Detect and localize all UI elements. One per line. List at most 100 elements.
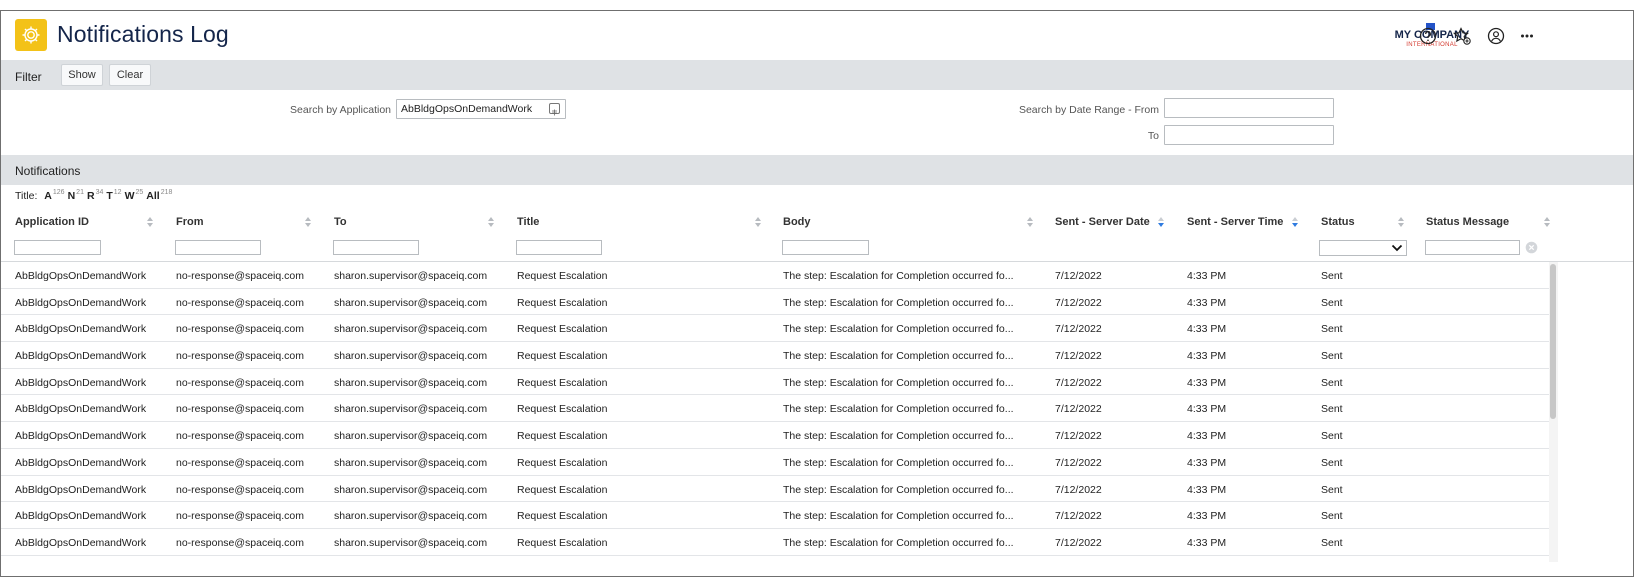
filter-bar: Filter Show Clear (1, 60, 1633, 90)
column-filter-input[interactable] (175, 240, 261, 255)
table-cell: sharon.supervisor@spaceiq.com (334, 456, 488, 469)
table-cell: AbBldgOpsOnDemandWork (15, 510, 147, 523)
table-cell: Sent (1321, 536, 1343, 549)
user-account-icon[interactable] (1485, 25, 1507, 47)
table-cell: no-response@spaceiq.com (176, 323, 304, 336)
title-filter-w[interactable]: W25 (124, 189, 144, 202)
sort-icon[interactable] (754, 215, 762, 229)
column-header-8[interactable]: Status Message (1426, 216, 1509, 228)
scrollbar-thumb[interactable] (1550, 264, 1556, 419)
title-filter-letter: A (44, 189, 52, 202)
table-cell: Sent (1321, 430, 1343, 443)
column-filter-input[interactable] (333, 240, 419, 255)
date-to-input[interactable] (1164, 125, 1334, 145)
table-cell: Sent (1321, 270, 1343, 282)
title-filter-count: 25 (135, 189, 144, 196)
column-header-7[interactable]: Status (1321, 216, 1355, 228)
table-cell: The step: Escalation for Completion occu… (783, 483, 1014, 496)
table-cell: 7/12/2022 (1055, 403, 1102, 416)
notifications-table-body: AbBldgOpsOnDemandWork no-response@spaceiq… (1, 262, 1549, 556)
sort-icon[interactable] (304, 215, 312, 229)
title-filter-t[interactable]: T12 (106, 189, 121, 202)
table-cell: no-response@spaceiq.com (176, 536, 304, 549)
table-cell: Request Escalation (517, 430, 608, 443)
title-filter-n[interactable]: N21 (68, 189, 84, 202)
column-header-3[interactable]: Title (517, 216, 539, 228)
table-row[interactable]: AbBldgOpsOnDemandWork no-response@spaceiq… (1, 476, 1549, 503)
table-cell: sharon.supervisor@spaceiq.com (334, 270, 488, 282)
column-filter-input[interactable] (782, 240, 869, 255)
date-from-input[interactable] (1164, 98, 1334, 118)
table-cell: The step: Escalation for Completion occu… (783, 403, 1014, 416)
table-cell: Sent (1321, 350, 1343, 363)
table-row[interactable]: AbBldgOpsOnDemandWork no-response@spaceiq… (1, 315, 1549, 343)
table-cell: Sent (1321, 376, 1343, 389)
table-cell: sharon.supervisor@spaceiq.com (334, 296, 488, 309)
column-header-6[interactable]: Sent - Server Time (1187, 216, 1283, 228)
notifications-log-window: Notifications Log MY COMPANY INTERNATION… (0, 10, 1634, 577)
clear-button[interactable]: Clear (109, 64, 151, 86)
title-filter-letter: W (124, 189, 135, 202)
title-filter-label: Title: (15, 189, 38, 202)
status-filter-select[interactable] (1319, 240, 1407, 256)
table-cell: 4:33 PM (1187, 323, 1227, 336)
table-cell: 4:33 PM (1187, 376, 1227, 389)
column-header-1[interactable]: From (176, 216, 204, 228)
table-cell: sharon.supervisor@spaceiq.com (334, 430, 488, 443)
title-filter-letter: T (106, 189, 113, 202)
sort-icon[interactable] (1157, 215, 1165, 229)
table-cell: AbBldgOpsOnDemandWork (15, 403, 147, 416)
table-row[interactable]: AbBldgOpsOnDemandWork no-response@spaceiq… (1, 502, 1549, 529)
table-cell: no-response@spaceiq.com (176, 270, 304, 282)
column-header-0[interactable]: Application ID (15, 216, 89, 228)
table-cell: Sent (1321, 510, 1343, 523)
table-row[interactable]: AbBldgOpsOnDemandWork no-response@spaceiq… (1, 449, 1549, 476)
title-filter-a[interactable]: A126 (44, 189, 64, 202)
help-icon[interactable] (1417, 25, 1439, 47)
clear-filter-icon[interactable] (1525, 241, 1538, 254)
column-header-4[interactable]: Body (783, 216, 811, 228)
more-options-icon[interactable] (1517, 25, 1539, 47)
search-app-input[interactable]: AbBldgOpsOnDemandWork (396, 99, 566, 119)
select-value-icon[interactable] (549, 103, 560, 116)
table-cell: 7/12/2022 (1055, 510, 1102, 523)
table-row[interactable]: AbBldgOpsOnDemandWork no-response@spaceiq… (1, 262, 1549, 289)
page-header: Notifications Log MY COMPANY INTERNATION… (1, 11, 1633, 59)
settings-gear-icon (15, 19, 47, 51)
sort-icon[interactable] (1291, 215, 1299, 229)
table-cell: no-response@spaceiq.com (176, 296, 304, 309)
sort-icon[interactable] (146, 215, 154, 229)
table-cell: Request Escalation (517, 296, 608, 309)
table-cell: sharon.supervisor@spaceiq.com (334, 376, 488, 389)
table-cell: Request Escalation (517, 403, 608, 416)
table-cell: Sent (1321, 296, 1343, 309)
table-row[interactable]: AbBldgOpsOnDemandWork no-response@spaceiq… (1, 289, 1549, 316)
column-header-2[interactable]: To (334, 216, 347, 228)
column-filter-input[interactable] (14, 240, 101, 255)
column-header-5[interactable]: Sent - Server Date (1055, 216, 1150, 228)
sort-icon[interactable] (1026, 215, 1034, 229)
column-filter-input[interactable] (1425, 240, 1520, 255)
table-row[interactable]: AbBldgOpsOnDemandWork no-response@spaceiq… (1, 395, 1549, 423)
table-cell: 4:33 PM (1187, 456, 1227, 469)
table-cell: The step: Escalation for Completion occu… (783, 350, 1014, 363)
table-row[interactable]: AbBldgOpsOnDemandWork no-response@spaceiq… (1, 342, 1549, 369)
table-row[interactable]: AbBldgOpsOnDemandWork no-response@spaceiq… (1, 422, 1549, 449)
sort-icon[interactable] (1543, 215, 1551, 229)
sort-icon[interactable] (1397, 215, 1405, 229)
table-cell: 4:33 PM (1187, 483, 1227, 496)
table-cell: 4:33 PM (1187, 430, 1227, 443)
favorites-star-icon[interactable] (1451, 25, 1473, 47)
table-cell: Sent (1321, 323, 1343, 336)
column-filter-input[interactable] (516, 240, 602, 255)
title-filter-r[interactable]: R34 (87, 189, 103, 202)
table-row[interactable]: AbBldgOpsOnDemandWork no-response@spaceiq… (1, 369, 1549, 396)
title-filter-all[interactable]: All218 (146, 189, 172, 202)
table-cell: 7/12/2022 (1055, 350, 1102, 363)
notifications-label: Notifications (15, 164, 81, 178)
table-cell: no-response@spaceiq.com (176, 403, 304, 416)
table-cell: Request Escalation (517, 350, 608, 363)
show-button[interactable]: Show (61, 64, 103, 86)
table-row[interactable]: AbBldgOpsOnDemandWork no-response@spaceiq… (1, 529, 1549, 556)
sort-icon[interactable] (487, 215, 495, 229)
